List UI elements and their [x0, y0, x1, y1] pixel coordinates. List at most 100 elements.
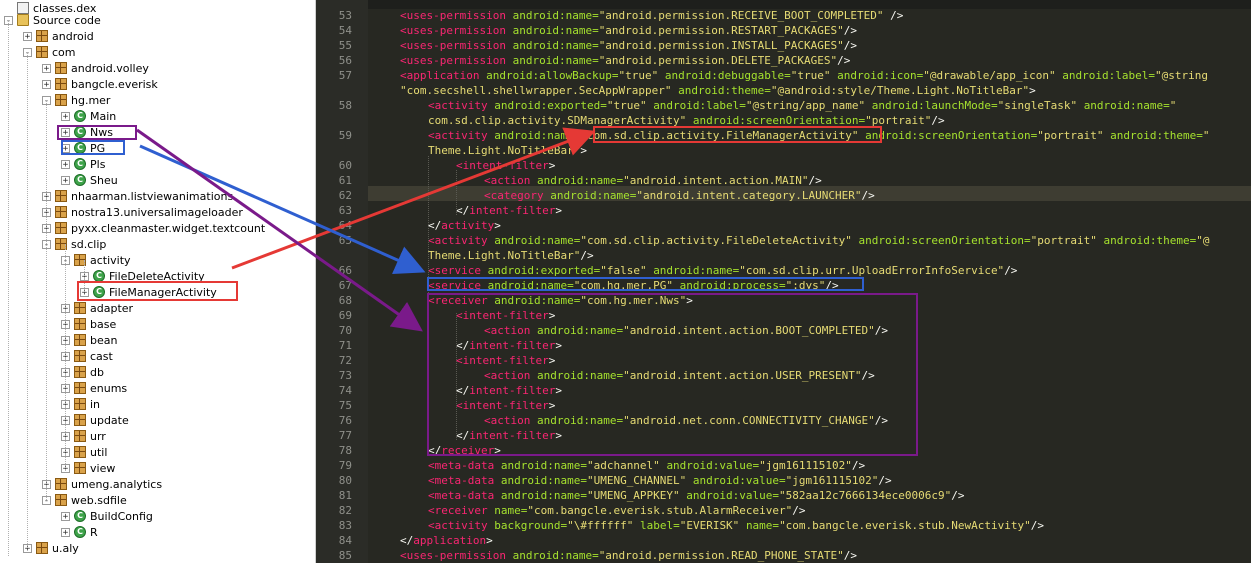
code-line[interactable]: Theme.Light.NoTitleBar">: [428, 143, 587, 158]
class-icon: C: [74, 510, 86, 522]
tree-item[interactable]: + pyxx.cleanmaster.widget.textcount: [42, 220, 265, 236]
tree-item[interactable]: + C PG: [61, 140, 105, 156]
tree-item[interactable]: + util: [61, 444, 107, 460]
code-token: <intent-filter: [456, 309, 549, 322]
expand-toggle-icon[interactable]: +: [61, 127, 70, 137]
expand-toggle-icon[interactable]: +: [61, 175, 70, 185]
tree-item[interactable]: + nostra13.universalimageloader: [42, 204, 243, 220]
package-icon: [55, 94, 67, 106]
tree-item[interactable]: + cast: [61, 348, 113, 364]
expand-toggle-icon[interactable]: +: [23, 31, 32, 41]
code-line[interactable]: <action android:name="android.intent.act…: [484, 323, 888, 338]
tree-guide-line: [8, 20, 9, 556]
code-line[interactable]: <uses-permission android:name="android.p…: [400, 38, 857, 53]
code-token: "com.hg.mer.Nws": [580, 294, 687, 307]
tree-item[interactable]: + in: [61, 396, 100, 412]
tree-item[interactable]: + C FileManagerActivity: [80, 284, 217, 300]
code-line[interactable]: <meta-data android:name="UMENG_CHANNEL" …: [428, 473, 892, 488]
tree-item[interactable]: + view: [61, 460, 115, 476]
code-line[interactable]: </activity>: [428, 218, 501, 233]
expand-toggle-icon[interactable]: +: [61, 511, 70, 521]
tree-item[interactable]: + u.aly: [23, 540, 79, 556]
code-line[interactable]: <receiver name="com.bangcle.everisk.stub…: [428, 503, 806, 518]
tree-item[interactable]: + android.volley: [42, 60, 149, 76]
code-token: android:theme=: [1110, 129, 1203, 142]
expand-toggle-icon[interactable]: +: [61, 111, 70, 121]
tree-item[interactable]: + base: [61, 316, 116, 332]
package-icon: [74, 430, 86, 442]
code-line[interactable]: <service android:exported="false" androi…: [428, 263, 1017, 278]
code-line[interactable]: <uses-permission android:name="android.p…: [400, 8, 903, 23]
code-line[interactable]: <uses-permission android:name="android.p…: [400, 548, 857, 563]
code-line[interactable]: <receiver android:name="com.hg.mer.Nws">: [428, 293, 693, 308]
code-line[interactable]: <activity background="\#ffffff" label="E…: [428, 518, 1044, 533]
code-token: "portrait": [1037, 129, 1111, 142]
tree-item[interactable]: + bean: [61, 332, 117, 348]
tree-item[interactable]: - hg.mer: [42, 92, 110, 108]
tree-item[interactable]: + db: [61, 364, 104, 380]
code-line[interactable]: <action android:name="android.net.conn.C…: [484, 413, 888, 428]
code-line[interactable]: <uses-permission android:name="android.p…: [400, 53, 850, 68]
code-line[interactable]: </intent-filter>: [456, 338, 562, 353]
tree-item[interactable]: + bangcle.everisk: [42, 76, 158, 92]
code-line[interactable]: <meta-data android:name="adchannel" andr…: [428, 458, 865, 473]
code-line[interactable]: </intent-filter>: [456, 203, 562, 218]
code-line[interactable]: <application android:allowBackup="true" …: [400, 68, 1208, 83]
tree-item[interactable]: - web.sdfile: [42, 492, 127, 508]
tree-item[interactable]: + C Main: [61, 108, 116, 124]
code-line[interactable]: <intent-filter>: [456, 308, 555, 323]
code-line[interactable]: <meta-data android:name="UMENG_APPKEY" a…: [428, 488, 964, 503]
code-line[interactable]: </receiver>: [428, 443, 501, 458]
tree-item[interactable]: - sd.clip: [42, 236, 106, 252]
expand-toggle-icon[interactable]: +: [61, 143, 70, 153]
code-line[interactable]: <uses-permission android:name="android.p…: [400, 23, 857, 38]
code-token: "android.net.conn.CONNECTIVITY_CHANGE": [623, 414, 875, 427]
expand-toggle-icon[interactable]: +: [61, 527, 70, 537]
tree-item[interactable]: + C Nws: [61, 124, 113, 140]
tree-item[interactable]: + urr: [61, 428, 106, 444]
code-token: <activity: [428, 519, 495, 532]
tree-item[interactable]: + C Pls: [61, 156, 105, 172]
tree-item[interactable]: + C Sheu: [61, 172, 118, 188]
code-token: android:exported=: [487, 264, 601, 277]
tree-item[interactable]: + C R: [61, 524, 98, 540]
expand-toggle-icon[interactable]: +: [61, 159, 70, 169]
expand-toggle-icon[interactable]: +: [42, 63, 51, 73]
tree-item[interactable]: - activity: [61, 252, 131, 268]
code-line[interactable]: <activity android:exported="true" androi…: [428, 98, 1176, 113]
tree-item[interactable]: + adapter: [61, 300, 133, 316]
expand-toggle-icon[interactable]: +: [42, 79, 51, 89]
code-line[interactable]: </intent-filter>: [456, 383, 562, 398]
tree-item[interactable]: - Source code: [4, 12, 101, 28]
code-line[interactable]: <activity android:name="com.sd.clip.acti…: [428, 233, 1210, 248]
code-line[interactable]: <intent-filter>: [456, 353, 555, 368]
code-line[interactable]: Theme.Light.NoTitleBar"/>: [428, 248, 594, 263]
code-line[interactable]: <service android:name="com.hg.mer.PG" an…: [428, 278, 839, 293]
code-line[interactable]: com.sd.clip.activity.SDManagerActivity" …: [428, 113, 945, 128]
code-line[interactable]: </intent-filter>: [456, 428, 562, 443]
code-line[interactable]: <intent-filter>: [456, 398, 555, 413]
tree-item[interactable]: + umeng.analytics: [42, 476, 162, 492]
code-line[interactable]: <action android:name="android.intent.act…: [484, 173, 822, 188]
code-line[interactable]: <category android:name="android.intent.c…: [484, 188, 875, 203]
code-line[interactable]: <intent-filter>: [456, 158, 555, 173]
tree-item[interactable]: + enums: [61, 380, 127, 396]
code-editor[interactable]: 53 54 55 56 57 58 59 60 61 62 63 64 65 66 67 68 69 70 71 72…: [316, 0, 1251, 563]
code-token: "android.intent.category.LAUNCHER": [636, 189, 862, 202]
package-icon: [74, 366, 86, 378]
tree-item[interactable]: - com: [23, 44, 76, 60]
code-line[interactable]: <activity android:name="com.sd.clip.acti…: [428, 128, 1210, 143]
tree-item[interactable]: + update: [61, 412, 129, 428]
code-token: background=: [494, 519, 568, 532]
code-line[interactable]: <action android:name="android.intent.act…: [484, 368, 875, 383]
tree-item[interactable]: + C BuildConfig: [61, 508, 153, 524]
code-token: android:allowBackup=: [486, 69, 619, 82]
code-line[interactable]: "com.secshell.shellwrapper.SecAppWrapper…: [400, 83, 1036, 98]
code-token: android:theme=: [678, 84, 771, 97]
code-token: android:icon=: [837, 69, 924, 82]
code-line[interactable]: </application>: [400, 533, 493, 548]
tree-item[interactable]: + android: [23, 28, 94, 44]
indent-guide: [456, 313, 457, 440]
tree-item[interactable]: + C FileDeleteActivity: [80, 268, 205, 284]
tree-item[interactable]: + nhaarman.listviewanimations: [42, 188, 233, 204]
